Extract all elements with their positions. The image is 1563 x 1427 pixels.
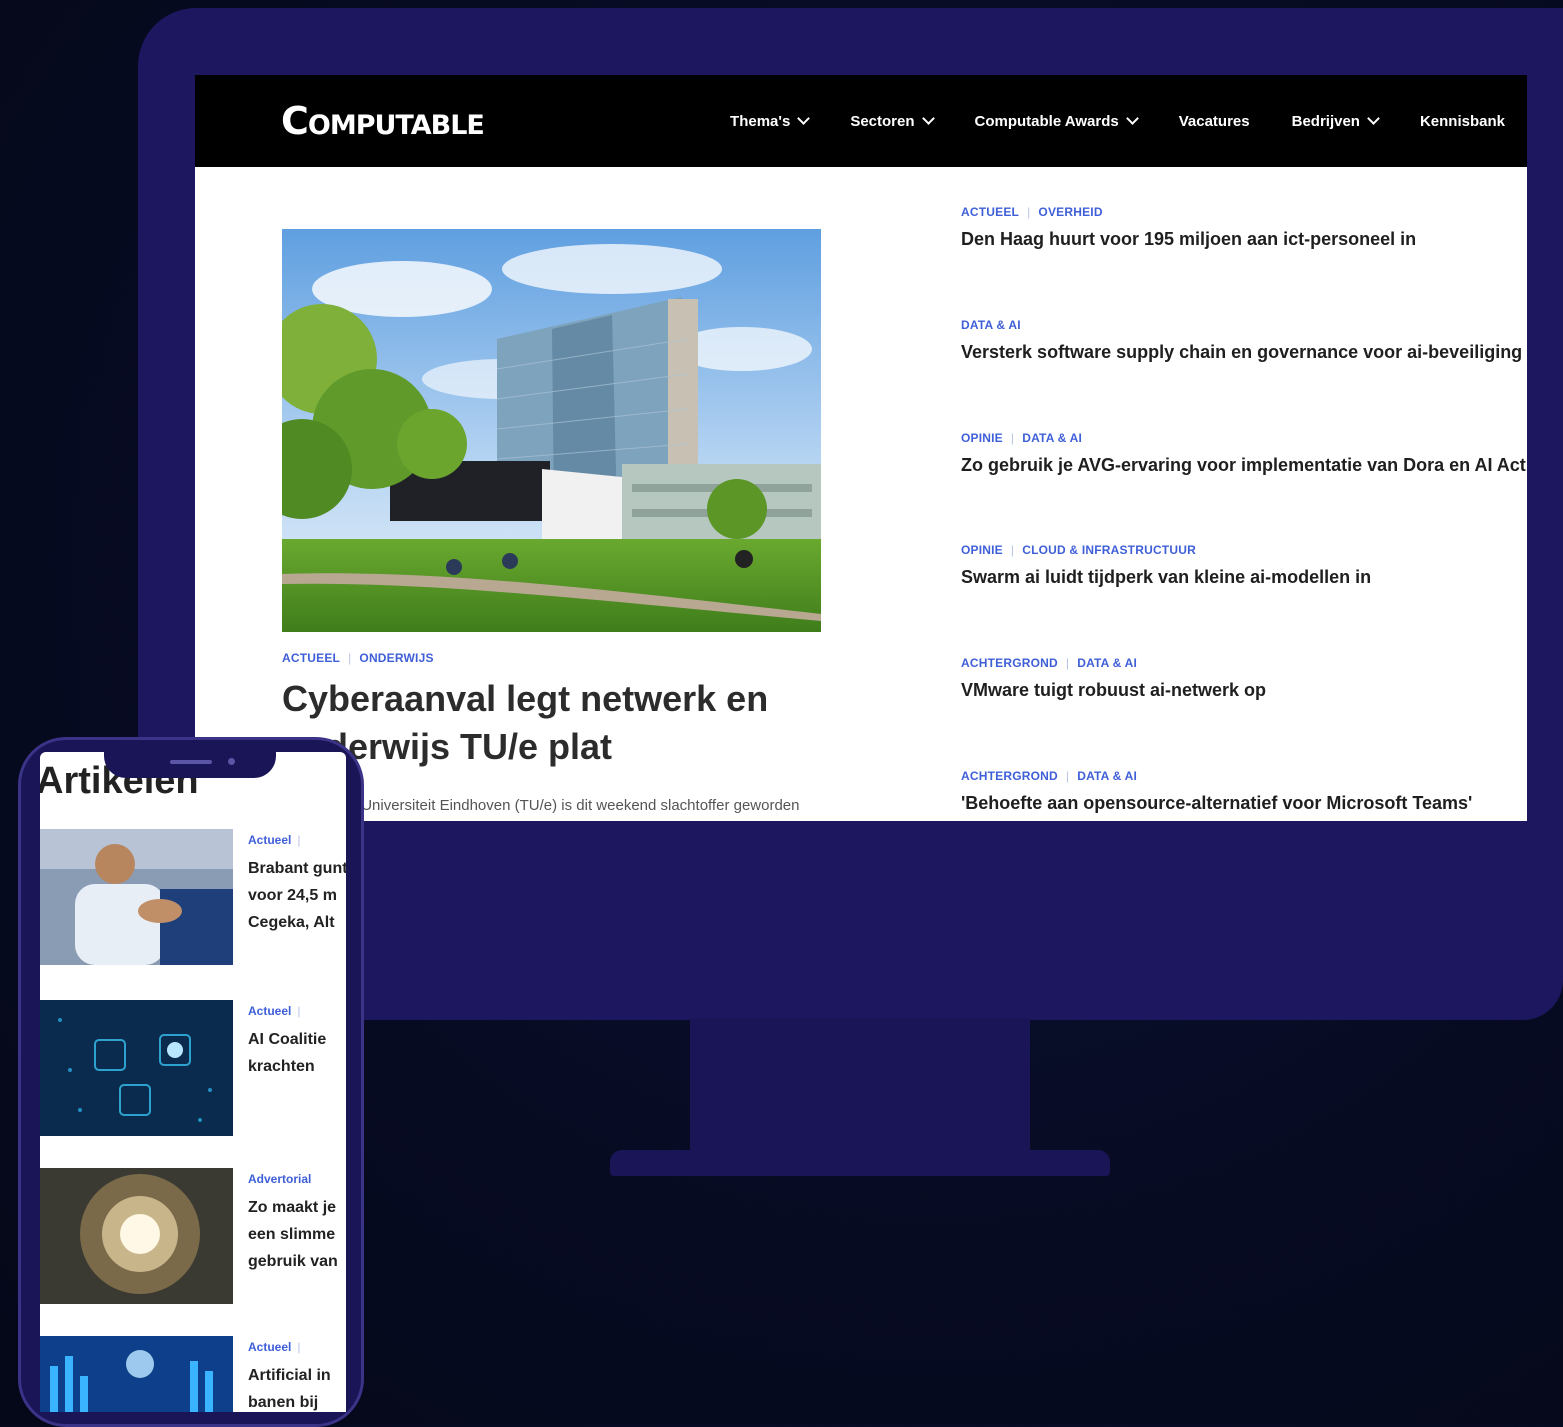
desktop-screen: Computable Thema's Sectoren Computable A… bbox=[195, 75, 1527, 821]
article-categories: Actueel | bbox=[248, 1340, 346, 1354]
nav-label: Bedrijven bbox=[1291, 112, 1360, 130]
category-separator: | bbox=[1027, 205, 1031, 219]
article-categories: Actueel | Overheid bbox=[961, 205, 1527, 219]
article-text: Actueel | Artificial in banen bij bbox=[248, 1340, 346, 1412]
nav-item-bedrijven[interactable]: Bedrijven bbox=[1291, 112, 1380, 130]
main-menu: Thema's Sectoren Computable Awards Vacat… bbox=[688, 75, 1505, 167]
article-title[interactable]: AI Coalitie krachten bbox=[248, 1026, 346, 1080]
category-separator: | bbox=[348, 651, 352, 665]
article-title[interactable]: Swarm ai luidt tijdperk van kleine ai-mo… bbox=[961, 567, 1527, 588]
hero-article-description: Technische Universiteit Eindhoven (TU/e)… bbox=[282, 797, 800, 814]
top-navigation-bar: Computable Thema's Sectoren Computable A… bbox=[195, 75, 1527, 167]
article-title[interactable]: Zo maakt je een slimme gebruik van bbox=[248, 1194, 346, 1275]
list-item[interactable]: Advertorial Zo maakt je een slimme gebru… bbox=[40, 1168, 346, 1308]
article-text: Advertorial Zo maakt je een slimme gebru… bbox=[248, 1172, 346, 1275]
nav-label: Vacatures bbox=[1178, 112, 1250, 130]
article-title[interactable]: Den Haag huurt voor 195 miljoen aan ict-… bbox=[961, 229, 1527, 250]
chevron-down-icon bbox=[1125, 112, 1139, 125]
category-separator: | bbox=[297, 1340, 301, 1354]
article-categories: Data & AI bbox=[961, 318, 1527, 332]
ai-circuit-photo bbox=[40, 1000, 233, 1136]
nav-item-vacatures[interactable]: Vacatures bbox=[1179, 113, 1250, 130]
mobile-screen: Artikelen Actueel | Brabant gunt voor 24,… bbox=[40, 752, 346, 1412]
monitor-stand-base bbox=[610, 1150, 1110, 1176]
category-separator: | bbox=[1065, 769, 1070, 783]
article-thumbnail bbox=[40, 829, 233, 965]
category-tag[interactable]: Achtergrond bbox=[961, 656, 1058, 670]
category-separator: | bbox=[297, 1004, 301, 1018]
category-separator: | bbox=[1065, 656, 1070, 670]
article-text: Actueel | Brabant gunt voor 24,5 m Cegeka… bbox=[248, 833, 346, 936]
category-tag[interactable]: Cloud & Infrastructuur bbox=[1022, 543, 1196, 557]
chevron-down-icon bbox=[797, 112, 811, 125]
category-tag[interactable]: Opinie bbox=[961, 543, 1003, 557]
article-thumbnail bbox=[40, 1000, 233, 1136]
category-separator: | bbox=[1010, 543, 1015, 557]
list-item[interactable]: Data & AI Versterk software supply chain… bbox=[961, 318, 1527, 363]
chevron-down-icon bbox=[921, 112, 935, 125]
category-tag[interactable]: Data & AI bbox=[1077, 769, 1137, 783]
chevron-down-icon bbox=[1367, 112, 1380, 125]
category-tag[interactable]: Actueel bbox=[248, 1004, 291, 1018]
phone-speaker bbox=[170, 760, 212, 764]
article-title[interactable]: Versterk software supply chain en govern… bbox=[961, 342, 1527, 363]
nav-label: Sectoren bbox=[850, 112, 915, 130]
article-thumbnail bbox=[40, 1336, 233, 1412]
article-categories: Opinie | Cloud & Infrastructuur bbox=[961, 543, 1527, 557]
hero-article-categories: Actueel | Onderwijs bbox=[282, 651, 434, 665]
article-categories: Actueel | bbox=[248, 1004, 346, 1018]
nav-item-computable-awards[interactable]: Computable Awards bbox=[974, 112, 1139, 130]
article-title[interactable]: Artificial in banen bij bbox=[248, 1362, 346, 1412]
list-item[interactable]: Actueel | Overheid Den Haag huurt voor 195… bbox=[961, 205, 1527, 250]
category-tag[interactable]: Achtergrond bbox=[961, 769, 1058, 783]
article-text: Actueel | AI Coalitie krachten bbox=[248, 1004, 346, 1080]
category-tag[interactable]: Data & AI bbox=[961, 318, 1021, 332]
list-item[interactable]: Achtergrond | Data & AI VMware tuigt robuu… bbox=[961, 656, 1527, 701]
category-tag[interactable]: Data & AI bbox=[1022, 431, 1082, 445]
article-categories: Achtergrond | Data & AI bbox=[961, 769, 1527, 783]
nav-item-kennisbank[interactable]: Kennisbank bbox=[1420, 113, 1505, 130]
article-categories: Advertorial bbox=[248, 1172, 346, 1186]
tunnel-light-photo bbox=[40, 1168, 233, 1304]
phone-camera bbox=[228, 758, 235, 765]
list-item[interactable]: Actueel | Brabant gunt voor 24,5 m Cegeka… bbox=[40, 829, 346, 969]
monitor-stand-neck bbox=[690, 1018, 1030, 1158]
nav-label: Thema's bbox=[730, 112, 791, 130]
hero-article-image[interactable] bbox=[282, 229, 821, 632]
category-tag[interactable]: Advertorial bbox=[248, 1172, 311, 1186]
hero-article-title[interactable]: Cyberaanval legt netwerk en onderwijs TU… bbox=[282, 675, 902, 771]
category-tag[interactable]: Onderwijs bbox=[359, 651, 433, 665]
nav-label: Computable Awards bbox=[974, 112, 1119, 130]
nav-item-sectoren[interactable]: Sectoren bbox=[850, 112, 935, 130]
category-tag[interactable]: Overheid bbox=[1038, 205, 1102, 219]
nav-label: Kennisbank bbox=[1419, 112, 1505, 130]
category-separator: | bbox=[297, 833, 301, 847]
handshake-photo bbox=[40, 829, 233, 965]
article-title[interactable]: Zo gebruik je AVG-ervaring voor implemen… bbox=[961, 455, 1527, 476]
phone-notch bbox=[104, 740, 276, 778]
campus-building-photo bbox=[282, 229, 821, 632]
article-categories: Achtergrond | Data & AI bbox=[961, 656, 1527, 670]
article-title[interactable]: VMware tuigt robuust ai-netwerk op bbox=[961, 680, 1527, 701]
nav-item-themas[interactable]: Thema's bbox=[730, 112, 811, 130]
ai-data-photo bbox=[40, 1336, 233, 1412]
list-item[interactable]: Achtergrond | Data & AI 'Behoefte aan open… bbox=[961, 769, 1527, 814]
site-logo[interactable]: Computable bbox=[281, 99, 485, 143]
list-item[interactable]: Opinie | Cloud & Infrastructuur Swarm ai l… bbox=[961, 543, 1527, 588]
list-item[interactable]: Opinie | Data & AI Zo gebruik je AVG-ervar… bbox=[961, 431, 1527, 476]
category-tag[interactable]: Actueel bbox=[961, 205, 1019, 219]
article-title[interactable]: 'Behoefte aan opensource-alternatief voo… bbox=[961, 793, 1527, 814]
category-tag[interactable]: Actueel bbox=[248, 833, 291, 847]
article-categories: Actueel | bbox=[248, 833, 346, 847]
category-separator: | bbox=[1010, 431, 1015, 445]
category-tag[interactable]: Data & AI bbox=[1077, 656, 1137, 670]
category-tag[interactable]: Actueel bbox=[248, 1340, 291, 1354]
list-item[interactable]: Actueel | Artificial in banen bij bbox=[40, 1336, 346, 1412]
article-title[interactable]: Brabant gunt voor 24,5 m Cegeka, Alt bbox=[248, 855, 346, 936]
category-tag[interactable]: Actueel bbox=[282, 651, 340, 665]
article-categories: Opinie | Data & AI bbox=[961, 431, 1527, 445]
category-tag[interactable]: Opinie bbox=[961, 431, 1003, 445]
list-item[interactable]: Actueel | AI Coalitie krachten bbox=[40, 1000, 346, 1140]
article-thumbnail bbox=[40, 1168, 233, 1304]
